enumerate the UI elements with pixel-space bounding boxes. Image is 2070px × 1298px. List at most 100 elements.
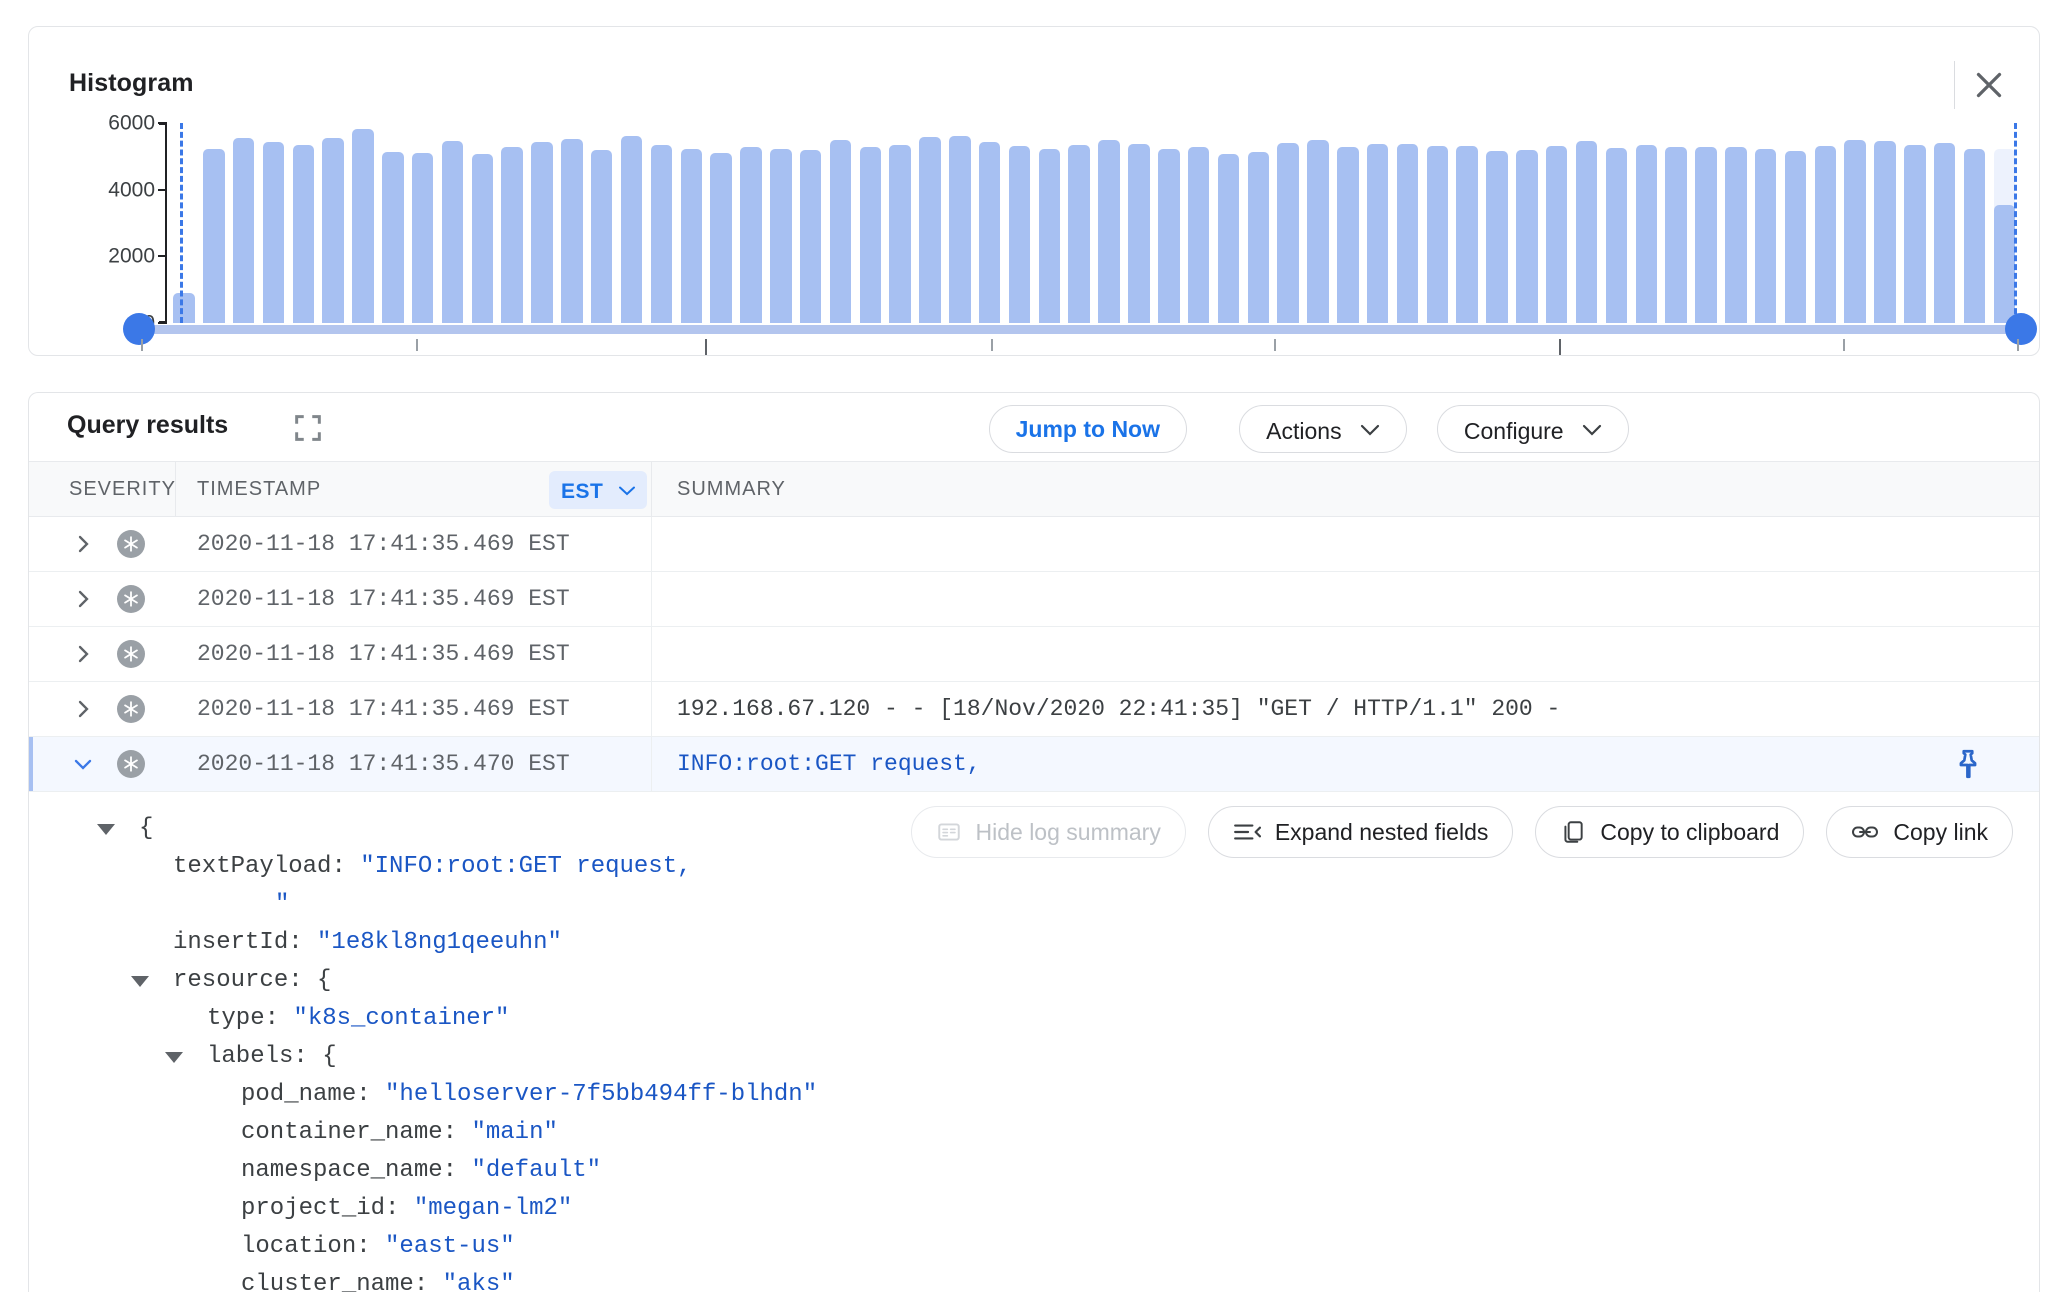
histogram-bar[interactable] [1184, 123, 1214, 323]
histogram-bar[interactable] [1064, 123, 1094, 323]
histogram-bar[interactable] [1482, 123, 1512, 323]
histogram-bar[interactable] [527, 123, 557, 323]
histogram-bar[interactable] [1900, 123, 1930, 323]
histogram-bar[interactable] [229, 123, 259, 323]
histogram-bar[interactable] [945, 123, 975, 323]
histogram-bar[interactable] [169, 123, 199, 323]
histogram-bar[interactable] [1094, 123, 1124, 323]
chevron-right-icon[interactable] [71, 642, 95, 666]
histogram-bar[interactable] [288, 123, 318, 323]
y-axis-tick-mark [158, 122, 167, 124]
time-range-slider[interactable] [123, 313, 2037, 345]
range-end-chip[interactable]: Nov 18, 5:42 PM [1795, 355, 2003, 356]
histogram-bar[interactable] [1870, 123, 1900, 323]
histogram-bar[interactable] [706, 123, 736, 323]
histogram-bar[interactable] [1154, 123, 1184, 323]
pin-icon[interactable] [1951, 747, 1985, 781]
histogram-bar[interactable] [676, 123, 706, 323]
histogram-bar-fill [1725, 146, 1747, 323]
chevron-down-icon[interactable] [71, 752, 95, 776]
histogram-bar[interactable] [1363, 123, 1393, 323]
histogram-bar[interactable] [1273, 123, 1303, 323]
range-start-chip[interactable]: Nov 18, 4:41 PM [157, 355, 365, 356]
x-tick [1559, 339, 1561, 355]
histogram-bar[interactable] [1005, 123, 1035, 323]
histogram-bar[interactable] [259, 123, 289, 323]
histogram-bar[interactable] [587, 123, 617, 323]
chevron-right-icon[interactable] [71, 532, 95, 556]
histogram-bar[interactable] [736, 123, 766, 323]
histogram-bar-fill [382, 152, 404, 323]
histogram-bar[interactable] [467, 123, 497, 323]
histogram-bar[interactable] [1840, 123, 1870, 323]
histogram-bar[interactable] [1512, 123, 1542, 323]
histogram-bar[interactable] [378, 123, 408, 323]
table-row[interactable]: 2020-11-18 17:41:35.469 EST [29, 627, 2039, 682]
histogram-bar[interactable] [826, 123, 856, 323]
histogram-bar[interactable] [199, 123, 229, 323]
histogram-bar[interactable] [1781, 123, 1811, 323]
chevron-right-icon[interactable] [71, 587, 95, 611]
histogram-bar[interactable] [855, 123, 885, 323]
close-icon[interactable] [1961, 57, 2017, 113]
histogram-bar[interactable] [557, 123, 587, 323]
histogram-bar[interactable] [1243, 123, 1273, 323]
histogram-bar[interactable] [796, 123, 826, 323]
histogram-bar[interactable] [1751, 123, 1781, 323]
histogram-bar[interactable] [1124, 123, 1154, 323]
actions-button[interactable]: Actions [1239, 405, 1407, 453]
histogram-bar[interactable] [1572, 123, 1602, 323]
histogram-bar[interactable] [1661, 123, 1691, 323]
jump-to-now-button[interactable]: Jump to Now [988, 405, 1187, 453]
histogram-bar[interactable] [438, 123, 468, 323]
histogram-title: Histogram [69, 69, 194, 97]
histogram-bar[interactable] [318, 123, 348, 323]
histogram-bar[interactable] [1960, 123, 1990, 323]
histogram-bar[interactable] [1602, 123, 1632, 323]
table-row[interactable]: 2020-11-18 17:41:35.470 EST INFO:root:GET… [29, 737, 2039, 792]
histogram-bar[interactable] [408, 123, 438, 323]
json-line-text: namespace_name: "default" [241, 1152, 601, 1190]
configure-button[interactable]: Configure [1436, 405, 1629, 453]
selection-line-end [2013, 123, 2017, 323]
histogram-bar[interactable] [1303, 123, 1333, 323]
column-header-severity: SEVERITY [69, 478, 176, 500]
histogram-bar[interactable] [1034, 123, 1064, 323]
histogram-bar-fill [1217, 153, 1240, 323]
histogram-bar[interactable] [1810, 123, 1840, 323]
histogram-bar[interactable] [1452, 123, 1482, 323]
histogram-bar[interactable] [647, 123, 677, 323]
default-severity-icon [117, 750, 145, 778]
chevron-down-icon[interactable] [165, 1052, 183, 1063]
histogram-bar[interactable] [1721, 123, 1751, 323]
table-row[interactable]: 2020-11-18 17:41:35.469 EST [29, 572, 2039, 627]
histogram-bar[interactable] [766, 123, 796, 323]
json-key: location [241, 1233, 357, 1260]
histogram-bar[interactable] [1542, 123, 1572, 323]
chevron-down-icon[interactable] [131, 976, 149, 987]
histogram-bar[interactable] [1691, 123, 1721, 323]
histogram-bar[interactable] [348, 123, 378, 323]
histogram-bar[interactable] [1631, 123, 1661, 323]
histogram-bar[interactable] [975, 123, 1005, 323]
histogram-bar[interactable] [915, 123, 945, 323]
x-axis: 5:00 PM 5:30 PM Nov 18, 4:41 PM Nov 18, … [139, 339, 2021, 356]
histogram-bar[interactable] [617, 123, 647, 323]
chevron-right-icon[interactable] [71, 697, 95, 721]
histogram-bar[interactable] [1214, 123, 1244, 323]
log-timestamp: 2020-11-18 17:41:35.469 EST [197, 531, 570, 557]
histogram-bar[interactable] [1930, 123, 1960, 323]
table-row[interactable]: 2020-11-18 17:41:35.469 EST [29, 517, 2039, 572]
histogram-bar[interactable] [497, 123, 527, 323]
timezone-selector[interactable]: EST [549, 471, 647, 509]
histogram-bar[interactable] [1422, 123, 1452, 323]
json-separator: : [288, 967, 318, 994]
histogram-bar-fill [322, 138, 344, 323]
histogram-bar[interactable] [1333, 123, 1363, 323]
fullscreen-icon[interactable] [291, 411, 325, 445]
histogram-bar[interactable] [885, 123, 915, 323]
histogram-bar[interactable] [1393, 123, 1423, 323]
json-line-text: labels: { [207, 1038, 337, 1076]
table-row[interactable]: 2020-11-18 17:41:35.469 EST 192.168.67.12… [29, 682, 2039, 737]
chevron-down-icon[interactable] [97, 824, 115, 835]
